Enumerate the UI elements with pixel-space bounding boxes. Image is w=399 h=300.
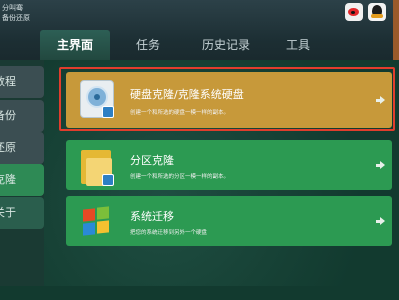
sidebar-item-label: 关于 <box>0 206 16 219</box>
card-title: 硬盘克隆/克隆系统硬盘 <box>130 88 244 101</box>
app-title-line2: 备份还原 <box>2 14 30 22</box>
card-description: 创建一个和所选的分区一模一样的副本。 <box>130 174 230 180</box>
sidebar-item-backup[interactable]: 备份 <box>0 100 44 132</box>
windows-icon <box>76 202 120 246</box>
sidebar-item-clone[interactable]: 克隆 <box>0 164 44 196</box>
disk-clone-card[interactable]: 硬盘克隆/克隆系统硬盘 创建一个和所选的硬盘一模一样的副本。 <box>66 72 392 128</box>
partition-clone-card[interactable]: 分区克隆 创建一个和所选的分区一模一样的副本。 <box>66 140 392 190</box>
title-bar: 分叫骞 备份还原 主界面 任务 历史记录 工具 <box>0 0 399 60</box>
bottom-strip <box>0 286 399 300</box>
app-title: 分叫骞 备份还原 <box>0 3 40 37</box>
card-title: 系统迁移 <box>130 210 174 223</box>
sidebar-item-label: 克隆 <box>0 173 16 186</box>
main-panel: 硬盘克隆/克隆系统硬盘 创建一个和所选的硬盘一模一样的副本。 分区克隆 创建一个… <box>44 60 399 300</box>
tab-tasks[interactable]: 任务 <box>112 30 184 60</box>
sidebar-item-label: 数程 <box>0 75 16 88</box>
sidebar-item-about[interactable]: 关于 <box>0 197 44 229</box>
app-title-line1: 分叫骞 <box>2 4 23 12</box>
card-title: 分区克隆 <box>130 154 174 167</box>
system-migration-card[interactable]: 系统迁移 把您的系统迁移到另外一个硬盘 <box>66 196 392 246</box>
tab-main[interactable]: 主界面 <box>40 30 110 60</box>
sidebar-item-restore[interactable]: 还原 <box>0 132 44 164</box>
sidebar-item-tutorial[interactable]: 数程 <box>0 66 44 98</box>
card-description: 把您的系统迁移到另外一个硬盘 <box>130 230 208 236</box>
card-description: 创建一个和所选的硬盘一模一样的副本。 <box>130 110 230 116</box>
window-corner <box>393 0 399 60</box>
sidebar-item-label: 备份 <box>0 109 16 122</box>
arrow-right-icon <box>376 96 385 104</box>
arrow-right-icon <box>376 217 385 225</box>
tab-history[interactable]: 历史记录 <box>186 30 266 60</box>
folder-icon <box>76 146 120 190</box>
arrow-right-icon <box>376 161 385 169</box>
sidebar-item-label: 还原 <box>0 141 16 154</box>
disk-icon <box>76 78 120 122</box>
tab-tools[interactable]: 工具 <box>268 30 328 60</box>
sidebar: 数程 备份 还原 克隆 关于 <box>0 60 44 300</box>
weibo-icon[interactable] <box>345 3 363 21</box>
qq-icon[interactable] <box>368 3 386 21</box>
